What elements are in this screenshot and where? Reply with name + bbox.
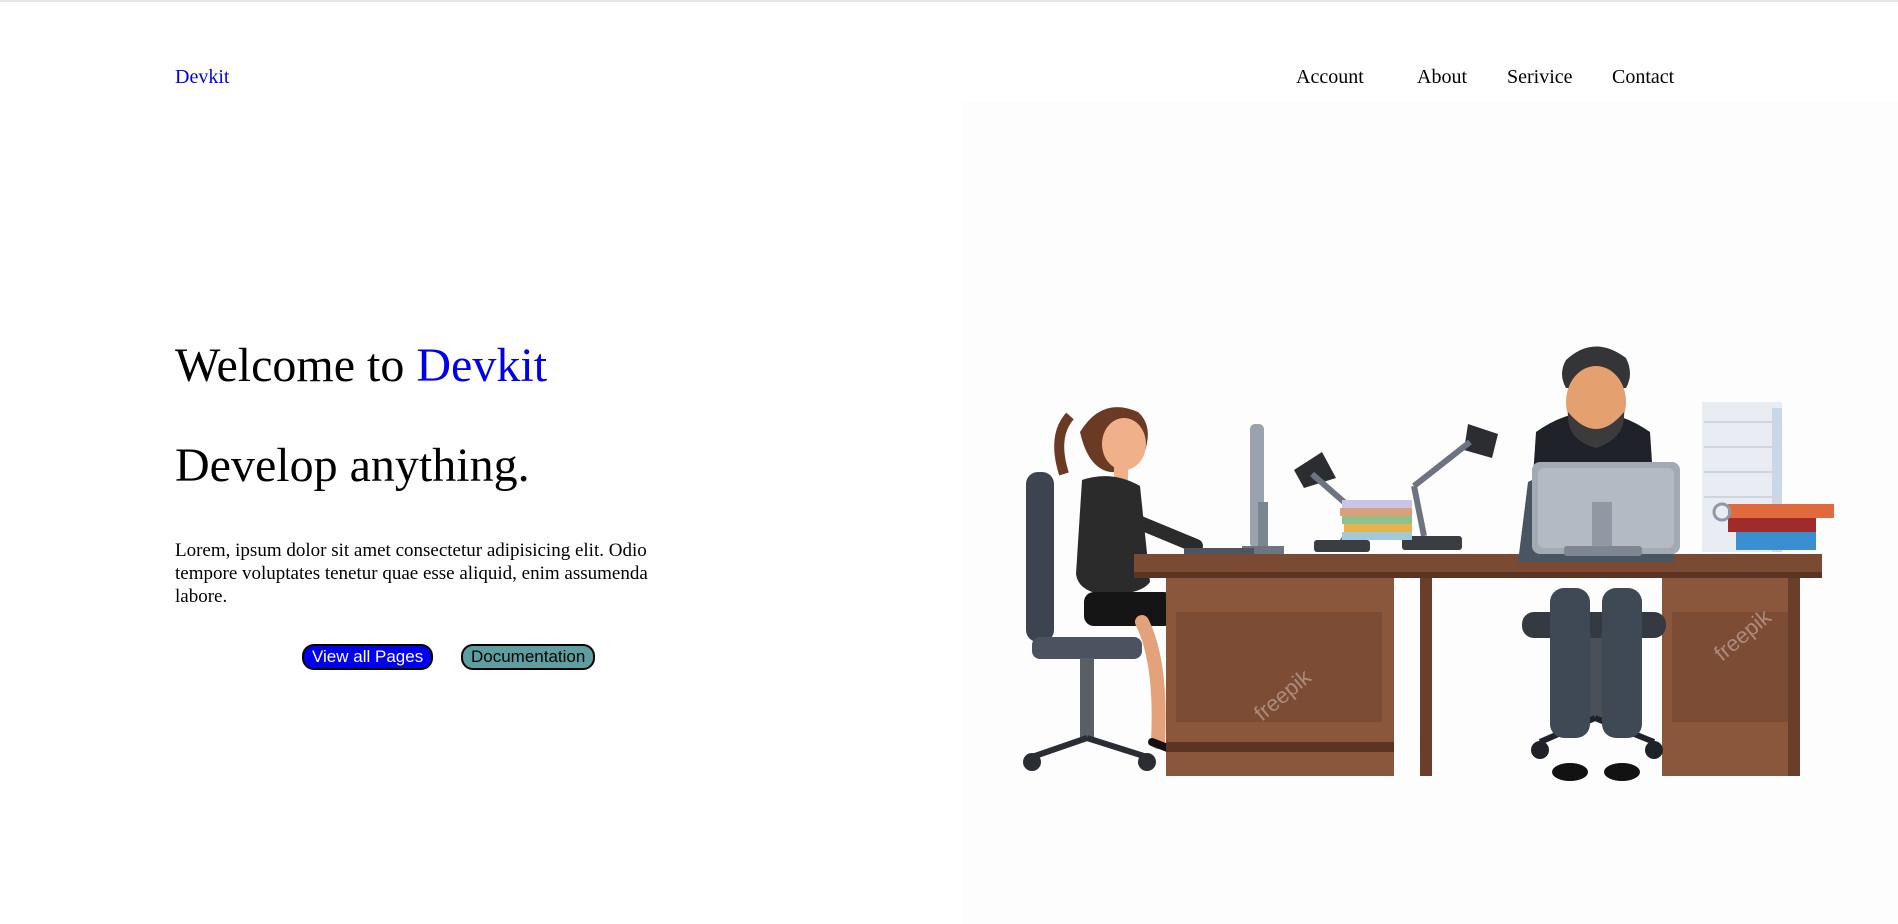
man-monitor	[1532, 462, 1680, 556]
office-illustration: freepik freepik	[962, 102, 1898, 924]
book-stack	[1340, 500, 1412, 540]
hero-description: Lorem, ipsum dolor sit amet consectetur …	[175, 540, 648, 607]
brand-link[interactable]: Devkit	[175, 66, 229, 89]
nav-service[interactable]: Serivice	[1507, 66, 1573, 89]
hero-title: Welcome to Devkit	[175, 338, 547, 393]
hero-subtitle: Develop anything.	[175, 439, 530, 492]
nav-contact[interactable]: Contact	[1612, 66, 1674, 89]
page: Devkit Account About Serivice Contact We…	[0, 0, 1898, 924]
hero-title-prefix: Welcome to	[175, 339, 417, 392]
nav-about[interactable]: About	[1417, 66, 1467, 89]
office-illustration-svg: freepik freepik	[962, 102, 1898, 924]
view-all-pages-button[interactable]: View all Pages	[302, 644, 434, 670]
hero-title-accent: Devkit	[416, 339, 548, 392]
nav-account[interactable]: Account	[1296, 66, 1364, 89]
documentation-button[interactable]: Documentation	[461, 644, 596, 670]
